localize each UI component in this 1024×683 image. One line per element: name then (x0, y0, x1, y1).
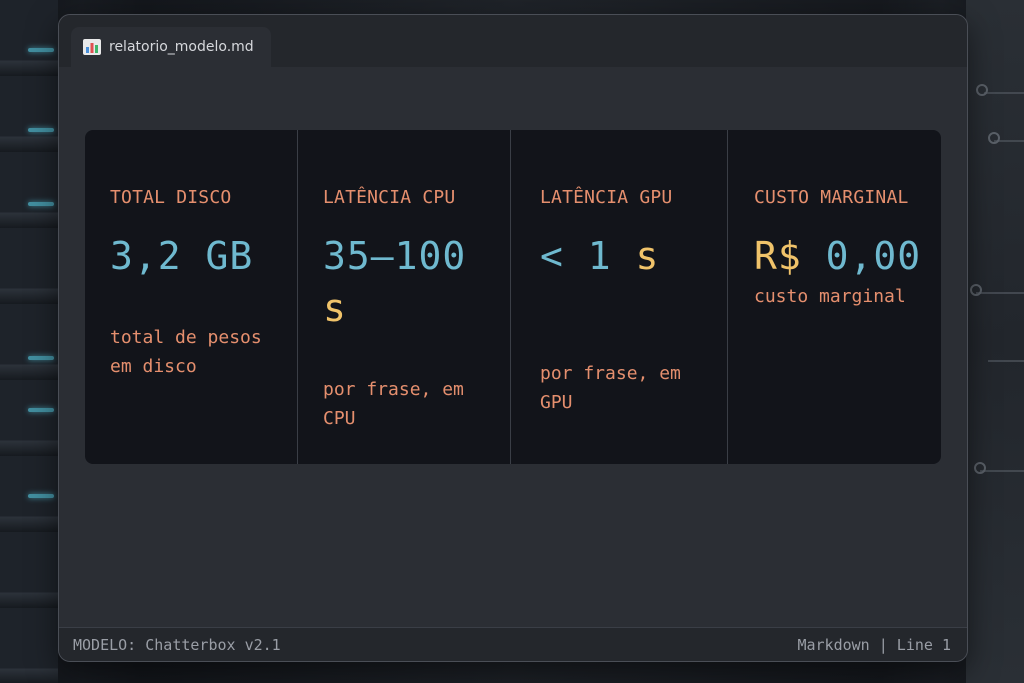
stat-label: CUSTO MARGINAL (754, 187, 909, 208)
circuit-node (988, 132, 1000, 144)
stat-description: por frase, em GPU (540, 363, 681, 413)
tab-relatorio-modelo[interactable]: relatorio_modelo.md (71, 27, 271, 67)
circuit-node (974, 462, 986, 474)
stat-value: R$ 0,00 (754, 230, 934, 282)
circuit-trace (980, 470, 1024, 472)
server-led (28, 494, 54, 498)
tab-label: relatorio_modelo.md (109, 39, 254, 55)
circuit-node (976, 84, 988, 96)
stat-label: TOTAL DISCO (110, 187, 232, 208)
stat-value-number: 0,00 (825, 234, 922, 278)
bar-chart-icon (83, 39, 101, 55)
stat-value: 3,2 GB (110, 230, 290, 282)
stat-value: < 1 s (540, 230, 720, 282)
stat-value-number: 35–100 (323, 234, 467, 278)
stat-custo-marginal: CUSTO MARGINAL R$ 0,00 custo marginal (728, 130, 941, 464)
stat-latencia-gpu: LATÊNCIA GPU < 1 s por frase, em GPU (511, 130, 728, 464)
stat-value-number: < 1 (540, 234, 612, 278)
server-led (28, 202, 54, 206)
tab-bar: relatorio_modelo.md (59, 15, 967, 67)
server-led (28, 128, 54, 132)
status-language-line[interactable]: Markdown | Line 1 (797, 636, 951, 654)
background-circuit (966, 0, 1024, 683)
status-bar: MODELO: Chatterbox v2.1 Markdown | Line … (59, 627, 967, 661)
editor-window: relatorio_modelo.md TOTAL DISCO 3,2 GB t… (58, 14, 968, 662)
stat-description: por frase, em CPU (323, 379, 464, 429)
stat-label: LATÊNCIA CPU (323, 187, 456, 208)
circuit-trace (976, 292, 1024, 294)
stat-value: 35–100 s (323, 230, 503, 334)
server-led (28, 408, 54, 412)
circuit-trace (988, 360, 1024, 362)
stat-label: LATÊNCIA GPU (540, 187, 673, 208)
stat-total-disco: TOTAL DISCO 3,2 GB total de pesos em dis… (85, 130, 298, 464)
background-server-rack (0, 0, 58, 683)
circuit-node (970, 284, 982, 296)
stat-description: total de pesos em disco (110, 327, 262, 377)
server-led (28, 48, 54, 52)
circuit-trace (984, 92, 1024, 94)
stats-card: TOTAL DISCO 3,2 GB total de pesos em dis… (85, 130, 941, 464)
stat-latencia-cpu: LATÊNCIA CPU 35–100 s por frase, em CPU (298, 130, 511, 464)
stat-value-number: 3,2 GB (110, 234, 254, 278)
status-model: MODELO: Chatterbox v2.1 (73, 635, 281, 654)
stat-value-currency: R$ (754, 234, 802, 278)
stat-value-unit: s (635, 234, 660, 278)
stat-description: custo marginal (754, 286, 906, 307)
server-led (28, 356, 54, 360)
stat-value-unit: s (323, 286, 347, 330)
